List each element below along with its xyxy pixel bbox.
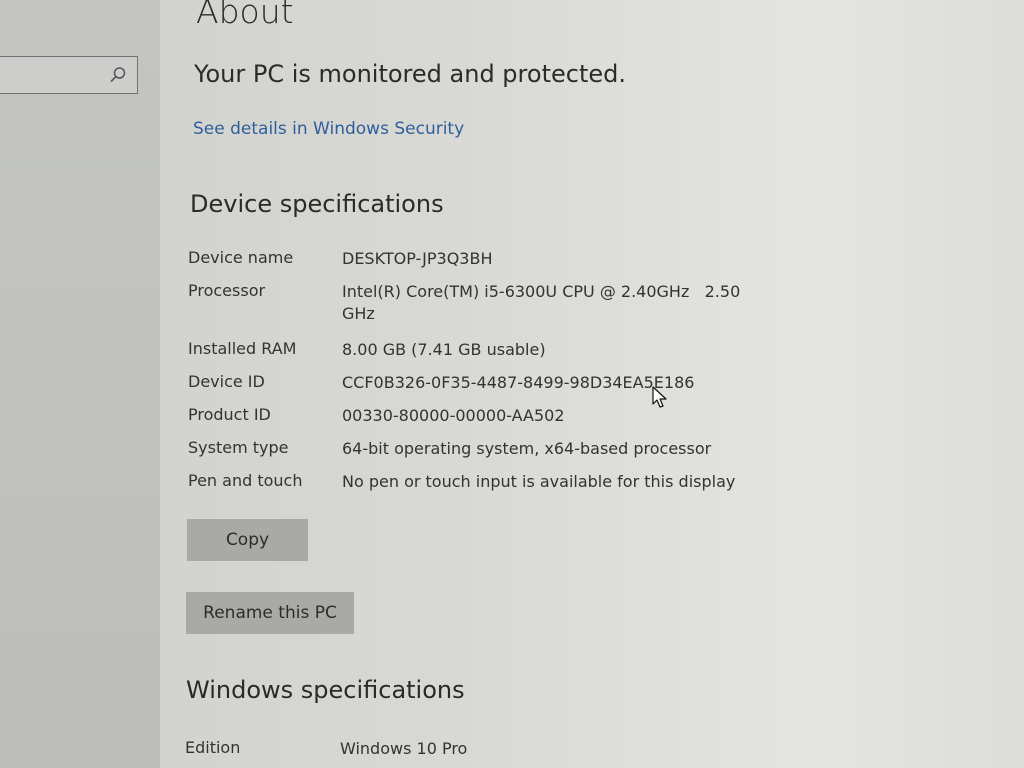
spec-value: Intel(R) Core(TM) i5-6300U CPU @ 2.40GHz… bbox=[342, 282, 746, 323]
mouse-pointer-icon bbox=[652, 386, 668, 410]
spec-value: 8.00 GB (7.41 GB usable) bbox=[342, 340, 546, 359]
device-specifications-heading: Device specifications bbox=[190, 190, 444, 218]
spec-row-processor: Processor Intel(R) Core(TM) i5-6300U CPU… bbox=[188, 281, 768, 339]
spec-value: 00330-80000-00000-AA502 bbox=[342, 406, 565, 425]
spec-label: Installed RAM bbox=[188, 339, 297, 358]
rename-pc-button[interactable]: Rename this PC bbox=[186, 592, 354, 634]
spec-label: Device ID bbox=[188, 372, 265, 391]
search-input[interactable] bbox=[0, 56, 138, 94]
spec-value: Windows 10 Pro bbox=[340, 739, 468, 758]
spec-row-pen-and-touch: Pen and touch No pen or touch input is a… bbox=[188, 471, 768, 504]
spec-row-installed-ram: Installed RAM 8.00 GB (7.41 GB usable) bbox=[188, 339, 768, 372]
windows-security-link[interactable]: See details in Windows Security bbox=[193, 119, 464, 139]
spec-label: System type bbox=[188, 438, 289, 457]
spec-row-edition: Edition Windows 10 Pro bbox=[185, 738, 467, 760]
spec-value: DESKTOP-JP3Q3BH bbox=[342, 249, 493, 268]
spec-label: Edition bbox=[185, 738, 241, 757]
copy-button[interactable]: Copy bbox=[187, 519, 308, 561]
spec-row-system-type: System type 64-bit operating system, x64… bbox=[188, 438, 768, 471]
spec-value: 64-bit operating system, x64-based proce… bbox=[342, 439, 712, 458]
spec-label: Processor bbox=[188, 281, 266, 300]
spec-value: No pen or touch input is available for t… bbox=[342, 472, 736, 491]
search-icon[interactable] bbox=[109, 66, 127, 84]
page-title: About bbox=[196, 0, 294, 31]
spec-label: Product ID bbox=[188, 405, 271, 424]
spec-row-product-id: Product ID 00330-80000-00000-AA502 bbox=[188, 405, 768, 438]
sidebar bbox=[0, 0, 160, 768]
spec-row-device-id: Device ID CCF0B326-0F35-4487-8499-98D34E… bbox=[188, 372, 768, 405]
device-specifications-table: Device name DESKTOP-JP3Q3BH Processor In… bbox=[188, 248, 768, 504]
spec-value: CCF0B326-0F35-4487-8499-98D34EA5E186 bbox=[342, 373, 695, 392]
spec-row-device-name: Device name DESKTOP-JP3Q3BH bbox=[188, 248, 768, 281]
windows-specifications-heading: Windows specifications bbox=[186, 676, 465, 704]
spec-label: Device name bbox=[188, 248, 294, 267]
protection-status: Your PC is monitored and protected. bbox=[194, 60, 626, 88]
about-page: About Your PC is monitored and protected… bbox=[160, 0, 1024, 768]
spec-label: Pen and touch bbox=[188, 471, 303, 490]
